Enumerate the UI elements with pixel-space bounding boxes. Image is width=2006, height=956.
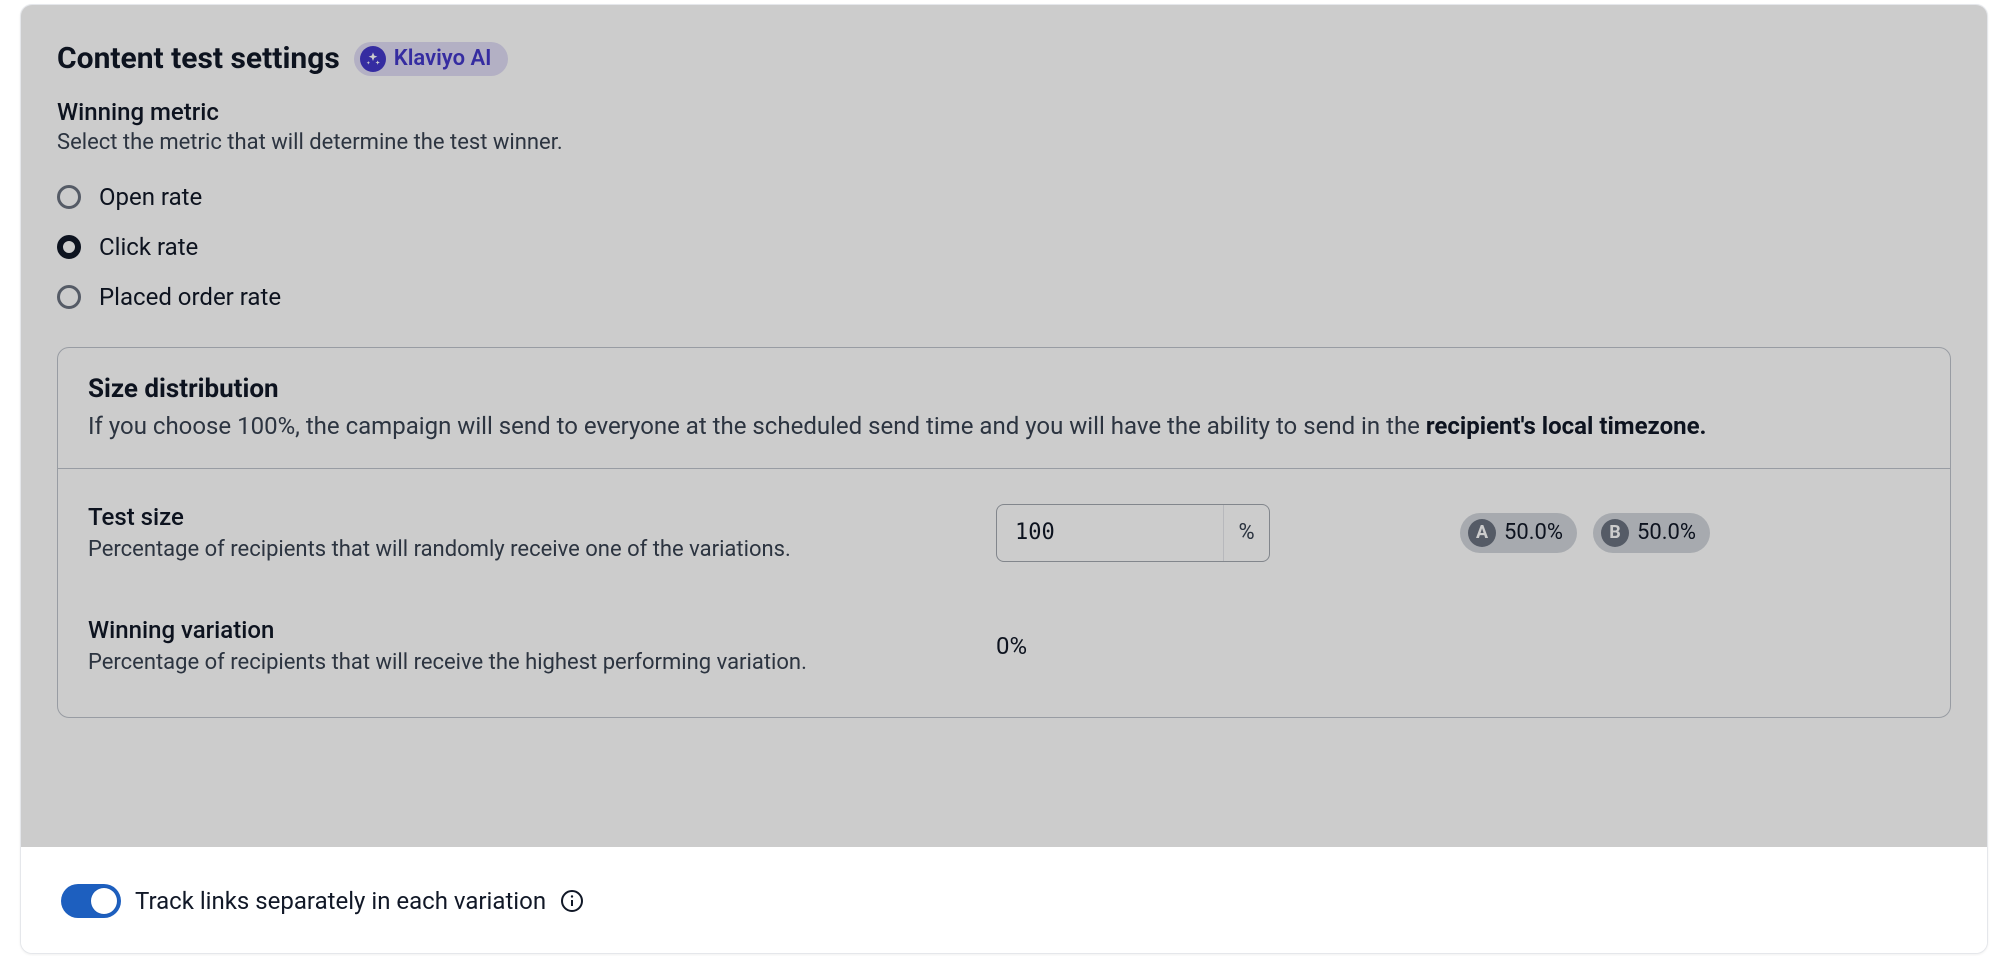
winning-metric-label: Winning metric [57,98,1951,126]
size-distribution-title: Size distribution [88,374,1920,404]
track-links-label: Track links separately in each variation [135,887,546,915]
test-size-label: Test size [88,503,972,531]
settings-card: Content test settings Klaviyo AI Winning… [20,4,1988,954]
radio-placed-order-rate-label: Placed order rate [99,283,281,311]
variation-letter-b: B [1601,519,1629,547]
variation-pills: A 50.0% B 50.0% [1460,513,1920,553]
test-size-helper: Percentage of recipients that will rando… [88,537,972,562]
size-distribution-description-prefix: If you choose 100%, the campaign will se… [88,412,1426,440]
size-distribution-panel: Size distribution If you choose 100%, th… [57,347,1951,718]
radio-click-rate[interactable] [57,235,81,259]
radio-open-rate[interactable] [57,185,81,209]
winning-metric-helper: Select the metric that will determine th… [57,130,1951,155]
variation-letter-a: A [1468,519,1496,547]
toggle-knob [91,888,117,914]
radio-placed-order-rate[interactable] [57,285,81,309]
winning-variation-helper: Percentage of recipients that will recei… [88,650,972,675]
test-size-suffix: % [1223,505,1269,561]
page-title: Content test settings [57,41,340,76]
winning-variation-value: 0% [996,632,1027,660]
variation-percent-b: 50.0% [1637,520,1696,545]
size-distribution-description-strong: recipient's local timezone. [1426,412,1707,440]
test-size-input[interactable] [997,505,1223,561]
info-icon[interactable] [560,889,584,913]
variation-percent-a: 50.0% [1504,520,1563,545]
radio-open-rate-label: Open rate [99,183,202,211]
klaviyo-ai-badge[interactable]: Klaviyo AI [354,42,508,76]
ai-badge-label: Klaviyo AI [394,46,492,71]
track-links-toggle[interactable] [61,884,121,918]
winning-metric-radios: Open rate Click rate Placed order rate [57,183,1951,311]
size-distribution-description: If you choose 100%, the campaign will se… [88,410,1920,442]
test-size-input-wrapper: % [996,504,1270,562]
sparkle-icon [360,46,386,72]
track-links-bar: Track links separately in each variation [21,849,1987,953]
winning-variation-label: Winning variation [88,616,972,644]
variation-pill-b: B 50.0% [1593,513,1710,553]
variation-pill-a: A 50.0% [1460,513,1577,553]
radio-click-rate-label: Click rate [99,233,198,261]
